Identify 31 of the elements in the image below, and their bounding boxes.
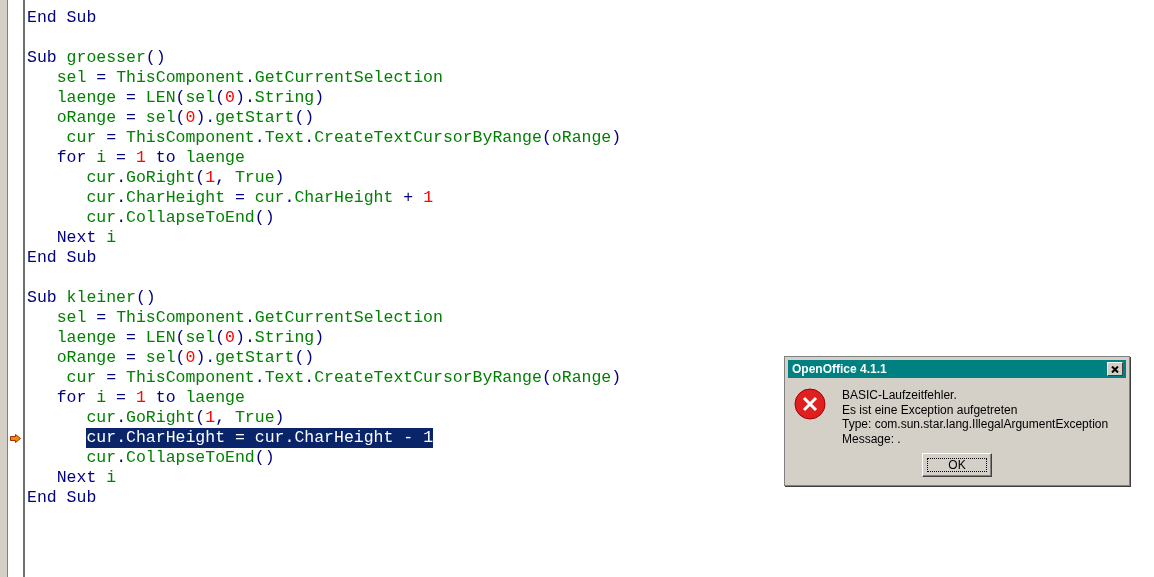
code-line: oRange = sel(0).getStart() [56, 108, 315, 128]
code-line: for i = 1 to laenge [56, 148, 245, 168]
code-line: End Sub [27, 488, 97, 508]
dialog-title: OpenOffice 4.1.1 [792, 362, 887, 376]
code-line: laenge = LEN(sel(0).String) [56, 328, 325, 348]
code-line: for i = 1 to laenge [56, 388, 245, 408]
code-line: End Sub [27, 8, 97, 28]
error-message: Type: com.sun.star.lang.IllegalArgumentException [842, 417, 1109, 432]
error-icon [794, 388, 826, 420]
error-message: Es ist eine Exception aufgetreten [842, 402, 1019, 417]
code-line: cur.CharHeight = cur.CharHeight + 1 [86, 188, 434, 208]
code-line: sel = ThisComponent.GetCurrentSelection [56, 308, 443, 328]
close-button[interactable] [1107, 362, 1123, 376]
code-line: Next i [56, 468, 117, 488]
code-line: cur.GoRight(1, True) [86, 408, 285, 428]
code-line: sel = ThisComponent.GetCurrentSelection [56, 68, 443, 88]
close-icon [1111, 365, 1119, 373]
code-line: Next i [56, 228, 117, 248]
code-line: Sub groesser() [27, 48, 166, 68]
code-line: cur = ThisComponent.Text.CreateTextCursorByRange(oRange) [66, 128, 622, 148]
code-line: cur.CollapseToEnd() [86, 448, 275, 468]
error-message: Message: . [842, 431, 902, 446]
code-line: Sub kleiner() [27, 288, 156, 308]
code-line: cur.CollapseToEnd() [86, 208, 275, 228]
code-line: cur = ThisComponent.Text.CreateTextCursorByRange(oRange) [66, 368, 622, 388]
code-line: End Sub [27, 248, 97, 268]
code-line: oRange = sel(0).getStart() [56, 348, 315, 368]
error-message: BASIC-Laufzeitfehler. [842, 388, 958, 403]
code-line: cur.GoRight(1, True) [86, 168, 285, 188]
ok-button[interactable]: OK [922, 453, 992, 477]
code-line: laenge = LEN(sel(0).String) [56, 88, 325, 108]
